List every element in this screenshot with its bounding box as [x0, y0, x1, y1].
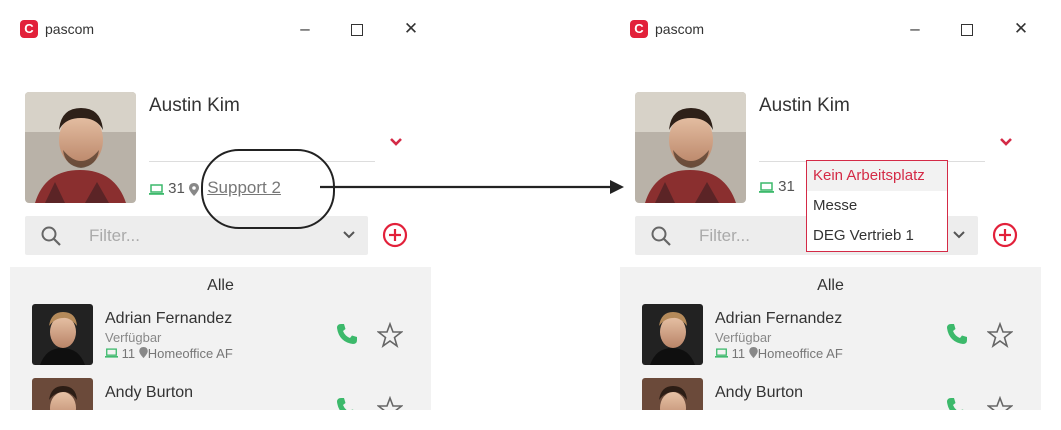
contact-avatar: [642, 304, 703, 365]
user-name: Austin Kim: [759, 95, 850, 116]
pascom-window-before: C pascom – ✕ Austin Kim 31 Support 2 Fil…: [10, 0, 440, 410]
title-bar: C pascom – ✕: [630, 16, 1050, 42]
contact-name: Adrian Fernandez: [105, 310, 233, 327]
user-name: Austin Kim: [149, 95, 240, 116]
star-icon[interactable]: [377, 322, 403, 348]
group-title: Alle: [207, 277, 234, 294]
maximize-icon: [961, 23, 973, 36]
contact-name: Andy Burton: [715, 384, 804, 401]
minimize-icon: –: [300, 19, 310, 38]
star-icon[interactable]: [377, 396, 403, 410]
app-title: pascom: [45, 21, 95, 37]
filter-input[interactable]: Filter...: [89, 226, 140, 246]
laptop-icon: [149, 183, 164, 195]
contact-row[interactable]: Adrian Fernandez Verfügbar 11 Homeoffice…: [640, 304, 1040, 366]
location-dropdown: Kein Arbeitsplatz Messe DEG Vertrieb 1: [806, 160, 948, 252]
contact-status: Verfügbar: [715, 330, 772, 345]
contact-name: Andy Burton: [105, 384, 194, 401]
contact-location: Homeoffice AF: [757, 346, 843, 361]
dropdown-option[interactable]: DEG Vertrieb 1: [807, 221, 947, 251]
user-extension: 31: [168, 180, 185, 197]
phone-icon[interactable]: [945, 322, 969, 346]
contact-extension: 11: [121, 346, 136, 361]
location-pin-icon: [749, 347, 758, 358]
close-icon: ✕: [403, 19, 419, 38]
contact-avatar: [642, 378, 703, 410]
contact-location: Homeoffice AF: [147, 346, 233, 361]
location-pin-icon: [189, 182, 200, 196]
maximize-button[interactable]: [344, 16, 370, 42]
minimize-button[interactable]: –: [292, 16, 318, 42]
contact-avatar: [32, 304, 93, 365]
add-circle-icon[interactable]: [382, 222, 408, 248]
minimize-icon: –: [910, 19, 920, 38]
phone-icon[interactable]: [945, 396, 969, 410]
user-extension: 31: [778, 178, 795, 195]
contact-row[interactable]: Andy Burton: [640, 378, 1040, 410]
laptop-icon: [105, 348, 118, 358]
pascom-logo-icon: C: [20, 20, 38, 38]
arrow-icon: [320, 180, 624, 194]
dropdown-option[interactable]: Messe: [807, 191, 947, 221]
phone-icon[interactable]: [335, 322, 359, 346]
contact-info: 11 Homeoffice AF: [715, 346, 843, 361]
maximize-button[interactable]: [954, 16, 980, 42]
contact-list: Alle Adrian Fernandez Verfügbar 11 Homeo…: [10, 267, 431, 410]
phone-icon[interactable]: [335, 396, 359, 410]
location-pin-icon: [139, 347, 148, 358]
app-title: pascom: [655, 21, 705, 37]
search-icon: [651, 226, 671, 246]
chevron-down-icon[interactable]: [952, 230, 966, 240]
laptop-icon: [715, 348, 728, 358]
highlight-callout: [201, 149, 335, 229]
contact-avatar: [32, 378, 93, 410]
user-status-line: 31: [759, 178, 795, 195]
laptop-icon: [759, 181, 774, 193]
chevron-down-icon[interactable]: [387, 135, 405, 149]
dropdown-option[interactable]: Kein Arbeitsplatz: [807, 161, 947, 191]
contact-info: 11 Homeoffice AF: [105, 346, 233, 361]
maximize-icon: [351, 23, 363, 36]
contact-row[interactable]: Andy Burton: [30, 378, 430, 410]
pascom-window-after: C pascom – ✕ Austin Kim 31 Filter... All…: [620, 0, 1050, 410]
star-icon[interactable]: [987, 396, 1013, 410]
close-button[interactable]: ✕: [1008, 16, 1034, 42]
star-icon[interactable]: [987, 322, 1013, 348]
contact-status: Verfügbar: [105, 330, 162, 345]
chevron-down-icon[interactable]: [997, 135, 1015, 149]
title-bar: C pascom – ✕: [20, 16, 440, 42]
user-avatar[interactable]: [25, 92, 136, 203]
filter-input[interactable]: Filter...: [699, 226, 750, 246]
close-icon: ✕: [1013, 19, 1029, 38]
group-title: Alle: [817, 277, 844, 294]
add-circle-icon[interactable]: [992, 222, 1018, 248]
contact-list: Alle Adrian Fernandez Verfügbar 11 Homeo…: [620, 267, 1041, 410]
chevron-down-icon[interactable]: [342, 230, 356, 240]
user-avatar[interactable]: [635, 92, 746, 203]
contact-name: Adrian Fernandez: [715, 310, 843, 327]
contact-row[interactable]: Adrian Fernandez Verfügbar 11 Homeoffice…: [30, 304, 430, 366]
pascom-logo-icon: C: [630, 20, 648, 38]
contact-extension: 11: [731, 346, 746, 361]
minimize-button[interactable]: –: [902, 16, 928, 42]
close-button[interactable]: ✕: [398, 16, 424, 42]
search-icon: [41, 226, 61, 246]
